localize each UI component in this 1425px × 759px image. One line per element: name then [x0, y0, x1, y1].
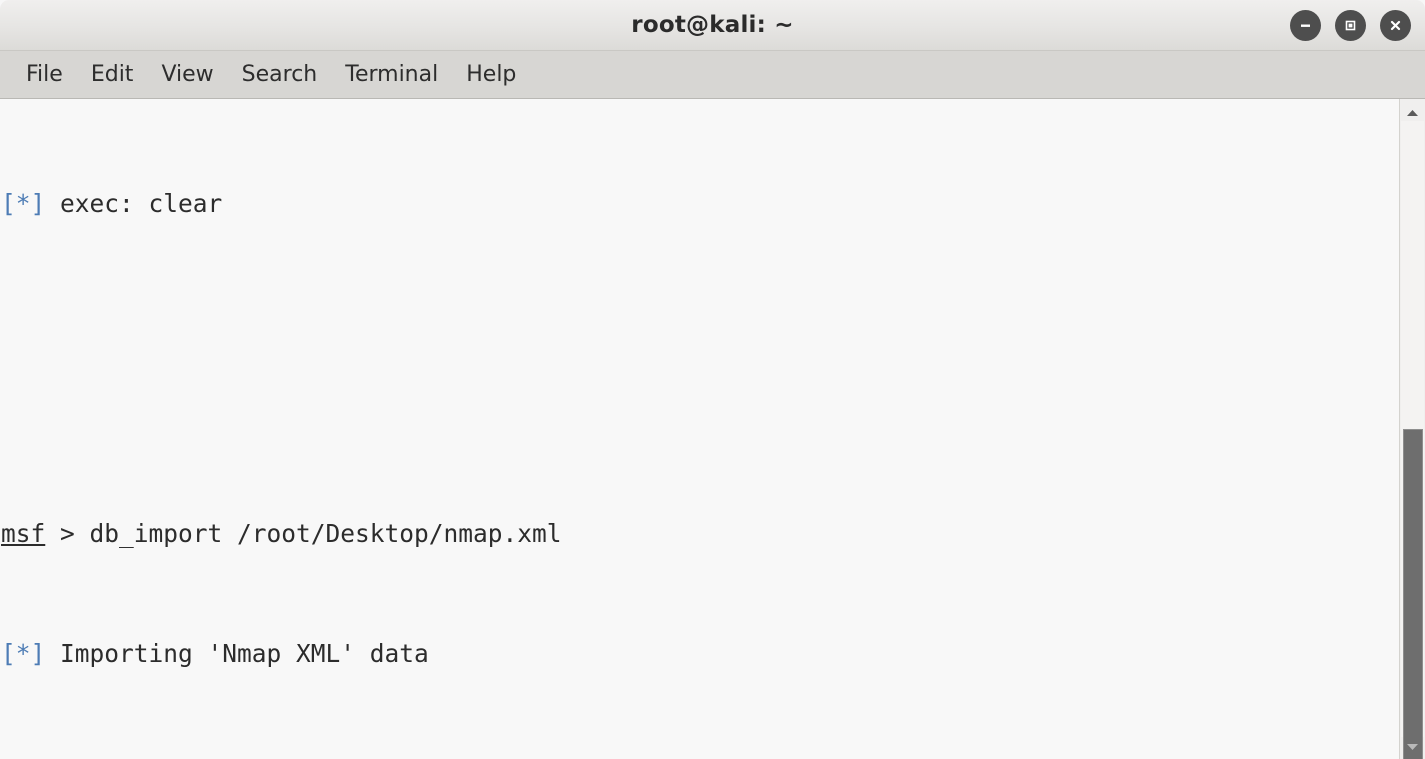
- chevron-down-icon: [1405, 737, 1420, 756]
- minimize-button[interactable]: [1290, 9, 1321, 41]
- status-tag: [*]: [1, 189, 46, 218]
- terminal-line-text: Importing 'Nmap XML' data: [45, 639, 429, 668]
- terminal-area: [*] exec: clear msf > db_import /root/De…: [0, 99, 1425, 759]
- scroll-up-button[interactable]: [1400, 101, 1425, 123]
- vertical-scrollbar[interactable]: [1399, 99, 1425, 759]
- window-controls: [1290, 0, 1411, 50]
- menu-bar: File Edit View Search Terminal Help: [0, 51, 1425, 99]
- close-button[interactable]: [1380, 9, 1411, 41]
- menu-item-view[interactable]: View: [147, 59, 227, 90]
- window-title: root@kali: ~: [631, 12, 794, 38]
- close-icon: [1388, 18, 1403, 33]
- menu-item-edit[interactable]: Edit: [77, 59, 148, 90]
- terminal-line-text: > db_import /root/Desktop/nmap.xml: [45, 519, 562, 548]
- scroll-down-button[interactable]: [1400, 735, 1425, 757]
- title-bar: root@kali: ~: [0, 0, 1425, 51]
- terminal-command-line: msf > db_import /root/Desktop/nmap.xml: [1, 519, 1343, 549]
- terminal-screen[interactable]: [*] exec: clear msf > db_import /root/De…: [0, 99, 1399, 759]
- terminal-line: [*] exec: clear: [1, 189, 1343, 219]
- status-tag: [*]: [1, 639, 46, 668]
- maximize-icon: [1343, 18, 1358, 33]
- menu-item-help[interactable]: Help: [452, 59, 530, 90]
- minimize-icon: [1298, 18, 1313, 33]
- terminal-output: [*] exec: clear msf > db_import /root/De…: [0, 99, 1343, 759]
- terminal-line-text: exec: clear: [45, 189, 223, 218]
- scrollbar-track[interactable]: [1401, 121, 1424, 759]
- terminal-line: [*] Importing 'Nmap XML' data: [1, 639, 1343, 669]
- menu-item-search[interactable]: Search: [228, 59, 332, 90]
- menu-item-terminal[interactable]: Terminal: [331, 59, 452, 90]
- chevron-up-icon: [1405, 103, 1420, 122]
- msf-prompt: msf: [1, 519, 46, 548]
- terminal-window: root@kali: ~ File Edit View Search Termi…: [0, 0, 1425, 759]
- menu-item-file[interactable]: File: [12, 59, 77, 90]
- maximize-button[interactable]: [1335, 9, 1366, 41]
- scrollbar-thumb[interactable]: [1403, 429, 1423, 759]
